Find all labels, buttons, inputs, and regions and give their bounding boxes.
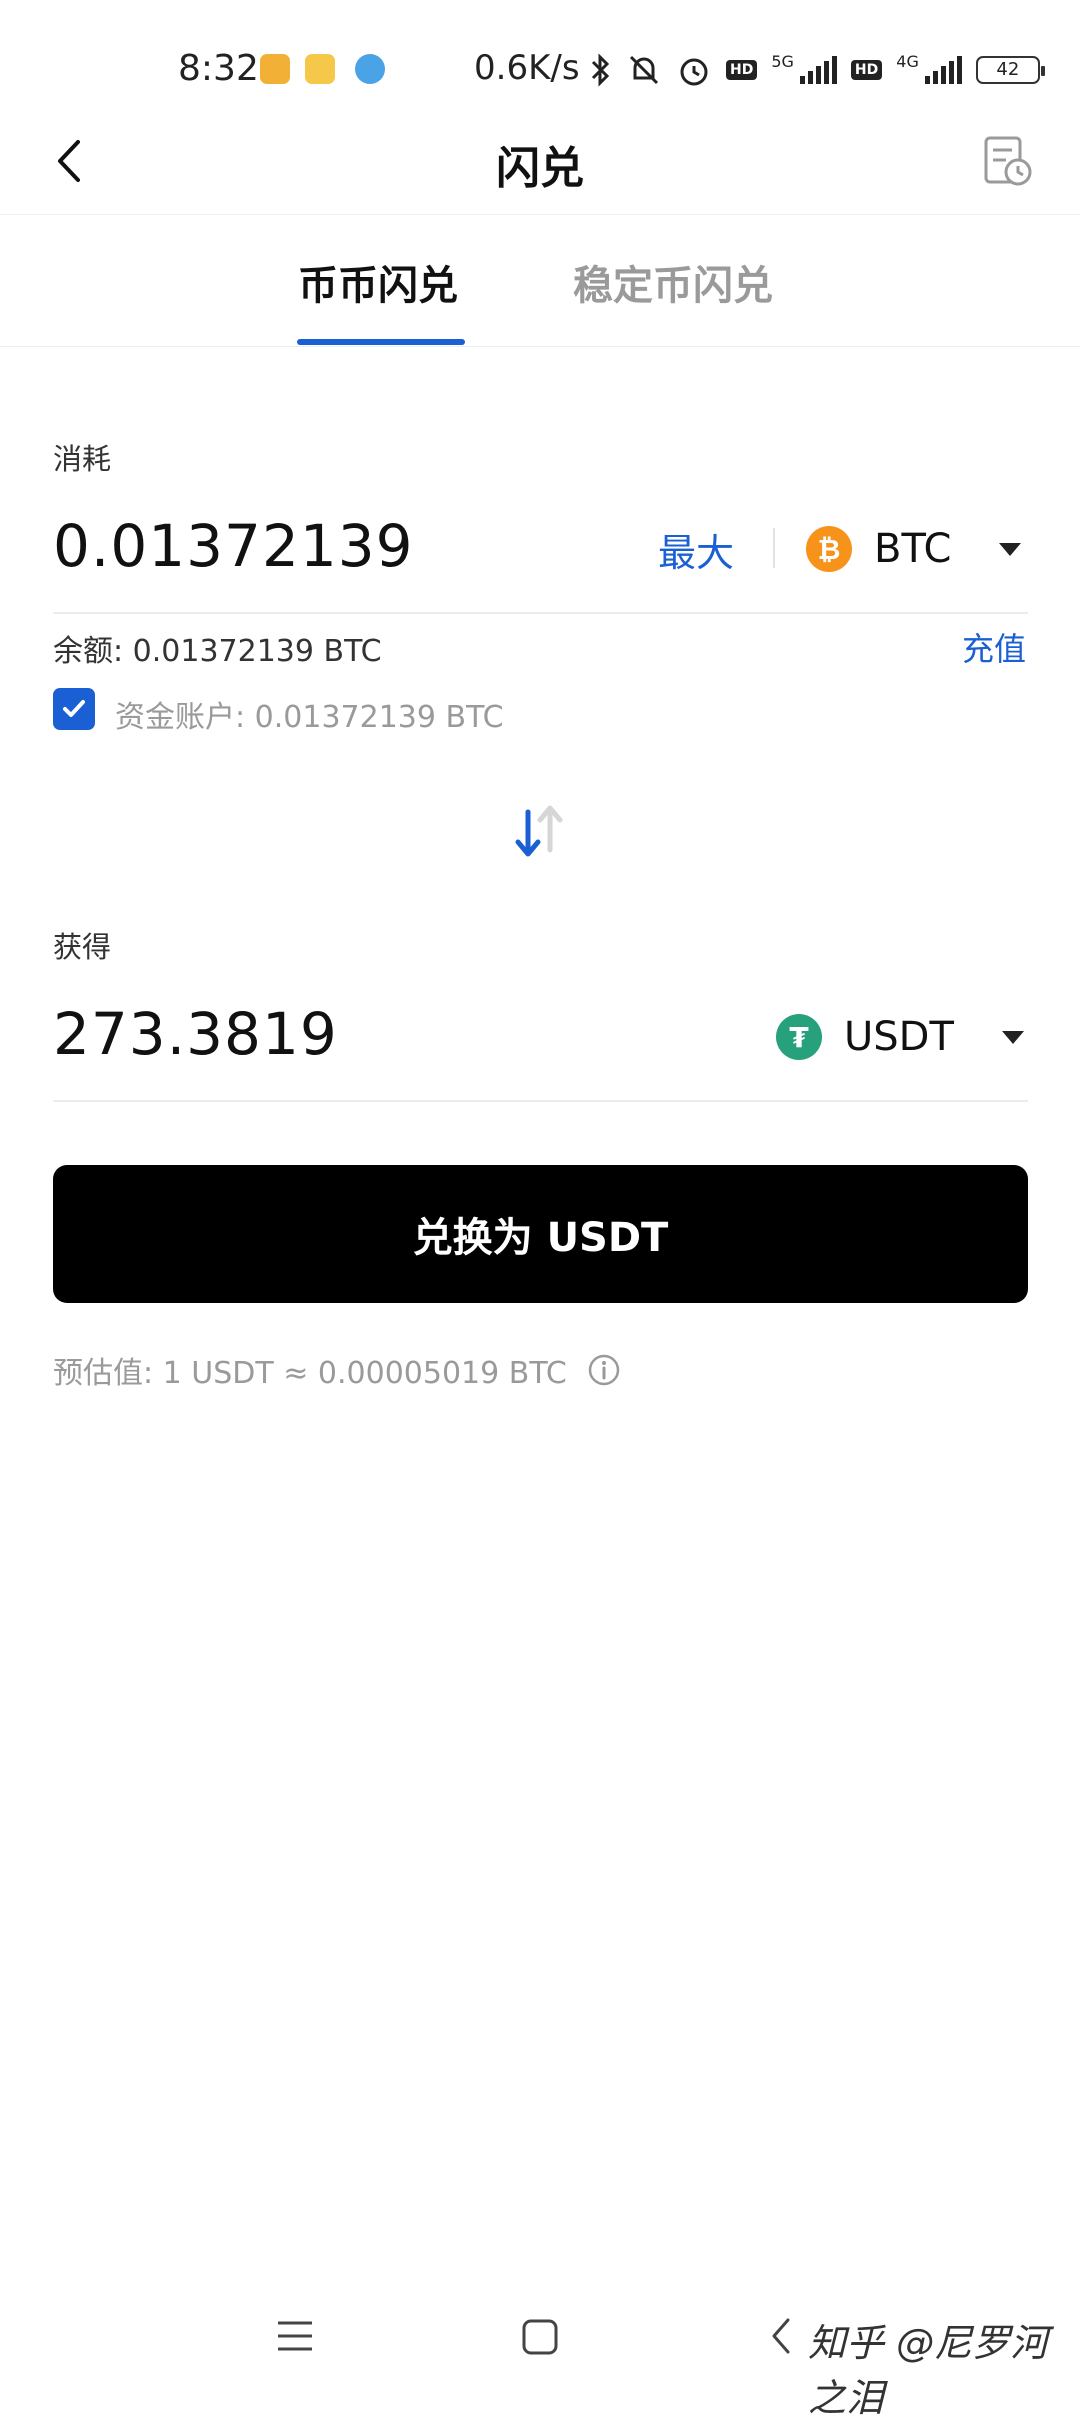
swap-direction-icon[interactable]: [510, 800, 570, 862]
tab-bar: 币币闪兑 稳定币闪兑: [0, 215, 1080, 347]
usdt-coin-icon: ₮: [776, 1014, 822, 1060]
back-nav-icon[interactable]: [768, 2316, 794, 2356]
tab-stablecoin-swap[interactable]: 稳定币闪兑: [573, 253, 773, 311]
receive-coin-name: USDT: [844, 1014, 954, 1060]
signal-icon: [799, 56, 837, 84]
app-header: 闪兑: [0, 110, 1080, 215]
info-icon[interactable]: [587, 1353, 621, 1387]
bird-app-icon: [355, 54, 385, 84]
bluetooth-icon: [591, 53, 610, 87]
pay-coin-name: BTC: [874, 526, 952, 572]
weibo-app-icon: [305, 54, 335, 84]
receive-coin-selector[interactable]: ₮ USDT: [776, 1007, 1024, 1067]
tab-coin-swap[interactable]: 币币闪兑: [298, 253, 458, 311]
hd-badge: HD: [726, 60, 758, 80]
fund-account-label: 资金账户: 0.01372139 BTC: [115, 700, 504, 735]
menu-nav-icon[interactable]: [275, 2318, 315, 2354]
hd-badge-2: HD: [850, 60, 883, 80]
receive-label: 获得: [53, 930, 112, 964]
deposit-link[interactable]: 充值: [962, 624, 1026, 670]
mute-bell-icon: [629, 55, 659, 85]
page-title: 闪兑: [496, 143, 584, 194]
pay-label: 消耗: [53, 442, 112, 476]
active-tab-indicator: [297, 339, 465, 345]
btc-coin-icon: ₿: [806, 526, 852, 572]
estimate-row: 预估值: 1 USDT ≈ 0.00005019 BTC: [53, 1348, 621, 1392]
convert-button[interactable]: 兑换为 USDT: [53, 1165, 1028, 1303]
status-icons: HD 5G HD 4G 42: [590, 50, 1045, 90]
receive-divider: [53, 1100, 1028, 1102]
history-icon[interactable]: [980, 134, 1036, 190]
battery-icon: 42: [975, 56, 1045, 84]
pay-coin-selector[interactable]: ₿ BTC: [806, 519, 1022, 579]
checkmark-icon: [63, 700, 85, 717]
chevron-down-icon: [999, 542, 1022, 556]
receive-amount: 273.3819: [53, 1000, 338, 1068]
max-button[interactable]: 最大: [658, 522, 734, 577]
pay-divider: [53, 612, 1028, 614]
separator: [773, 528, 775, 568]
status-time: 8:32: [178, 48, 259, 89]
chevron-down-icon: [1001, 1030, 1024, 1044]
fund-account-checkbox[interactable]: [53, 688, 95, 730]
estimate-text: 预估值: 1 USDT ≈ 0.00005019 BTC: [53, 1356, 567, 1391]
watermark: 知乎 @尼罗河之泪: [808, 2321, 1049, 2420]
pay-amount-input[interactable]: 0.01372139: [53, 512, 414, 580]
network-speed: 0.6K/s: [474, 48, 580, 88]
balance-text: 余额: 0.01372139 BTC: [53, 634, 382, 669]
mail-app-icon: [260, 54, 290, 84]
alarm-icon: [680, 58, 708, 86]
home-nav-icon[interactable]: [521, 2318, 559, 2356]
network-type-2: 4G: [896, 51, 919, 71]
network-type-1: 5G: [771, 51, 794, 71]
signal-icon-2: [924, 56, 962, 84]
